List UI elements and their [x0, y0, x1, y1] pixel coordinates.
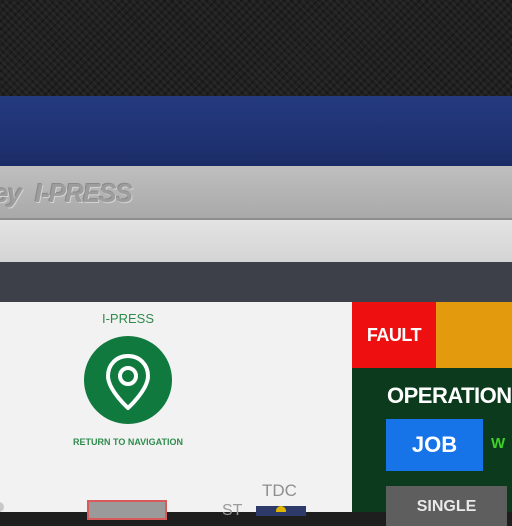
app-title-partial: ey — [0, 178, 22, 208]
navigation-panel — [0, 302, 352, 512]
navigation-app-label: I-PRESS — [101, 311, 154, 326]
job-button[interactable]: JOB — [386, 419, 483, 471]
background-texture — [0, 0, 512, 96]
single-button[interactable]: SINGLE — [386, 486, 507, 526]
menu-strip — [0, 262, 512, 302]
tdc-label: TDC — [262, 481, 297, 500]
header-band — [0, 96, 512, 166]
return-to-navigation-label: RETURN TO NAVIGATION — [73, 437, 183, 447]
job-side-label: W — [491, 435, 506, 452]
map-pin-icon — [106, 354, 150, 410]
toolbar-strip — [0, 220, 512, 262]
tdc-status-lamp — [276, 506, 286, 512]
app-title: ey I-PRESS — [0, 178, 133, 209]
title-bar: ey I-PRESS — [0, 166, 512, 220]
operation-title: OPERATION — [387, 383, 512, 408]
fault-button[interactable]: FAULT — [352, 302, 436, 368]
app-title-name: I-PRESS — [34, 178, 133, 208]
warning-button[interactable] — [436, 302, 512, 368]
st-label: ST — [222, 502, 243, 519]
mode-button[interactable] — [87, 500, 167, 520]
return-to-navigation-button[interactable] — [84, 336, 172, 424]
